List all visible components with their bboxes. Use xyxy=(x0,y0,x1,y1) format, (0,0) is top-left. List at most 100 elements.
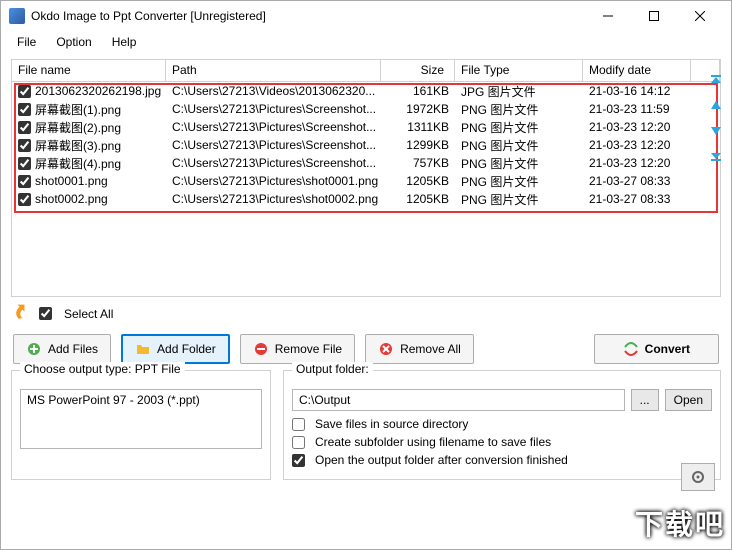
cell-size: 1972KB xyxy=(381,102,455,116)
cell-filename: 屏幕截图(1).png xyxy=(12,101,166,118)
row-checkbox[interactable] xyxy=(18,139,31,152)
create-subfolder-checkbox[interactable] xyxy=(292,436,305,449)
cell-filename: 屏幕截图(4).png xyxy=(12,155,166,172)
menu-help[interactable]: Help xyxy=(102,33,147,51)
cell-filename: shot0002.png xyxy=(12,192,166,206)
cell-date: 21-03-27 08:33 xyxy=(583,192,691,206)
table-header: File name Path Size File Type Modify dat… xyxy=(12,60,720,82)
minimize-button[interactable] xyxy=(585,1,631,31)
add-folder-button[interactable]: Add Folder xyxy=(121,334,230,364)
open-folder-button[interactable]: Open xyxy=(665,389,712,411)
cell-type: PNG 图片文件 xyxy=(455,101,583,118)
gear-icon xyxy=(690,469,706,485)
move-top-icon[interactable] xyxy=(707,73,725,91)
table-row[interactable]: 屏幕截图(2).pngC:\Users\27213\Pictures\Scree… xyxy=(12,118,720,136)
menu-option[interactable]: Option xyxy=(46,33,101,51)
cell-filename: shot0001.png xyxy=(12,174,166,188)
window-title: Okdo Image to Ppt Converter [Unregistere… xyxy=(31,9,585,23)
cell-type: PNG 图片文件 xyxy=(455,155,583,172)
watermark: 下载吧 xyxy=(635,503,725,543)
select-all-checkbox[interactable] xyxy=(39,307,52,320)
select-all-label: Select All xyxy=(64,307,113,321)
folder-icon xyxy=(135,341,151,357)
cell-size: 1311KB xyxy=(381,120,455,134)
cell-date: 21-03-27 08:33 xyxy=(583,174,691,188)
row-checkbox[interactable] xyxy=(18,103,31,116)
plus-icon xyxy=(26,341,42,357)
output-type-selected[interactable]: MS PowerPoint 97 - 2003 (*.ppt) xyxy=(27,393,255,407)
cell-type: PNG 图片文件 xyxy=(455,137,583,154)
cell-date: 21-03-23 12:20 xyxy=(583,120,691,134)
cell-date: 21-03-23 12:20 xyxy=(583,156,691,170)
row-checkbox[interactable] xyxy=(18,193,31,206)
reorder-controls xyxy=(707,73,725,163)
remove-all-label: Remove All xyxy=(400,342,461,356)
col-size[interactable]: Size xyxy=(381,60,455,81)
move-up-icon[interactable] xyxy=(707,97,725,115)
app-icon xyxy=(9,8,25,24)
output-folder-title: Output folder: xyxy=(292,362,373,376)
undo-arrow-icon[interactable] xyxy=(8,300,36,328)
cell-type: JPG 图片文件 xyxy=(455,83,583,100)
output-folder-input[interactable] xyxy=(292,389,625,411)
select-all-row: Select All xyxy=(1,297,731,330)
cell-path: C:\Users\27213\Pictures\shot0001.png xyxy=(166,174,381,188)
file-table: File name Path Size File Type Modify dat… xyxy=(11,59,721,297)
add-folder-label: Add Folder xyxy=(157,342,216,356)
cell-date: 21-03-16 14:12 xyxy=(583,84,691,98)
cell-date: 21-03-23 12:20 xyxy=(583,138,691,152)
cell-path: C:\Users\27213\Pictures\shot0002.png xyxy=(166,192,381,206)
convert-icon xyxy=(623,341,639,357)
col-filename[interactable]: File name xyxy=(12,60,166,81)
add-files-button[interactable]: Add Files xyxy=(13,334,111,364)
convert-label: Convert xyxy=(645,342,690,356)
remove-file-label: Remove File xyxy=(275,342,342,356)
cell-path: C:\Users\27213\Videos\2013062320... xyxy=(166,84,381,98)
cell-size: 757KB xyxy=(381,156,455,170)
remove-all-icon xyxy=(378,341,394,357)
table-row[interactable]: 屏幕截图(4).pngC:\Users\27213\Pictures\Scree… xyxy=(12,154,720,172)
cell-path: C:\Users\27213\Pictures\Screenshot... xyxy=(166,120,381,134)
cell-filename: 屏幕截图(3).png xyxy=(12,137,166,154)
table-row[interactable]: 2013062320262198.jpgC:\Users\27213\Video… xyxy=(12,82,720,100)
col-path[interactable]: Path xyxy=(166,60,381,81)
convert-button[interactable]: Convert xyxy=(594,334,719,364)
table-row[interactable]: shot0002.pngC:\Users\27213\Pictures\shot… xyxy=(12,190,720,208)
cell-type: PNG 图片文件 xyxy=(455,191,583,208)
cell-size: 161KB xyxy=(381,84,455,98)
create-subfolder-label: Create subfolder using filename to save … xyxy=(315,435,551,449)
row-checkbox[interactable] xyxy=(18,85,31,98)
output-type-list[interactable]: MS PowerPoint 97 - 2003 (*.ppt) xyxy=(20,389,262,449)
maximize-button[interactable] xyxy=(631,1,677,31)
remove-file-button[interactable]: Remove File xyxy=(240,334,355,364)
move-down-icon[interactable] xyxy=(707,121,725,139)
browse-button[interactable]: ... xyxy=(631,389,659,411)
row-checkbox[interactable] xyxy=(18,157,31,170)
table-row[interactable]: 屏幕截图(1).pngC:\Users\27213\Pictures\Scree… xyxy=(12,100,720,118)
close-button[interactable] xyxy=(677,1,723,31)
cell-filename: 屏幕截图(2).png xyxy=(12,119,166,136)
cell-path: C:\Users\27213\Pictures\Screenshot... xyxy=(166,138,381,152)
col-modifydate[interactable]: Modify date xyxy=(583,60,691,81)
save-in-source-checkbox[interactable] xyxy=(292,418,305,431)
save-in-source-label: Save files in source directory xyxy=(315,417,468,431)
cell-size: 1205KB xyxy=(381,192,455,206)
output-type-group: Choose output type: PPT File MS PowerPoi… xyxy=(11,370,271,480)
cell-type: PNG 图片文件 xyxy=(455,119,583,136)
remove-all-button[interactable]: Remove All xyxy=(365,334,474,364)
table-row[interactable]: 屏幕截图(3).pngC:\Users\27213\Pictures\Scree… xyxy=(12,136,720,154)
menu-file[interactable]: File xyxy=(7,33,46,51)
settings-button[interactable] xyxy=(681,463,715,491)
col-filetype[interactable]: File Type xyxy=(455,60,583,81)
cell-path: C:\Users\27213\Pictures\Screenshot... xyxy=(166,156,381,170)
cell-filename: 2013062320262198.jpg xyxy=(12,84,166,98)
open-after-checkbox[interactable] xyxy=(292,454,305,467)
row-checkbox[interactable] xyxy=(18,121,31,134)
cell-size: 1205KB xyxy=(381,174,455,188)
table-row[interactable]: shot0001.pngC:\Users\27213\Pictures\shot… xyxy=(12,172,720,190)
open-after-label: Open the output folder after conversion … xyxy=(315,453,568,467)
move-bottom-icon[interactable] xyxy=(707,145,725,163)
row-checkbox[interactable] xyxy=(18,175,31,188)
cell-date: 21-03-23 11:59 xyxy=(583,102,691,116)
minus-icon xyxy=(253,341,269,357)
